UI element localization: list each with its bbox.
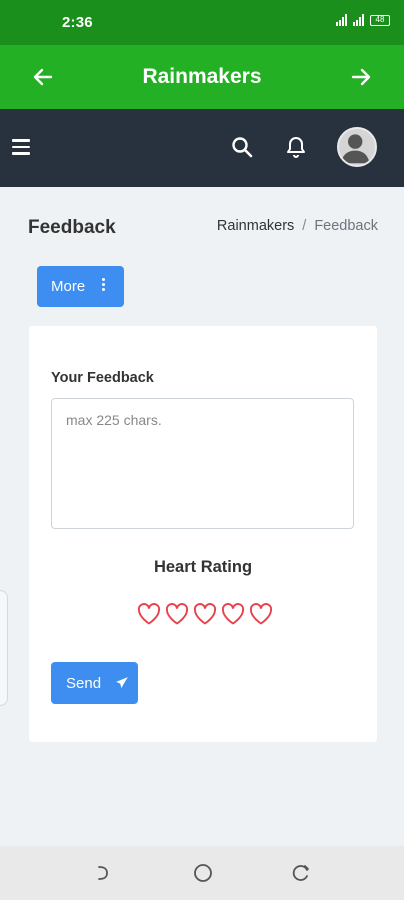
page-title: Feedback (28, 217, 116, 238)
avatar[interactable] (337, 127, 377, 167)
breadcrumb-item-rainmakers[interactable]: Rainmakers (217, 218, 294, 234)
heart-icon-3[interactable] (193, 603, 217, 625)
heart-icon-1[interactable] (137, 603, 161, 625)
heart-icon-2[interactable] (165, 603, 189, 625)
app-bar: Rainmakers (0, 45, 404, 109)
search-icon[interactable] (230, 135, 254, 159)
status-bar: 2:36 48 (0, 0, 404, 45)
heart-rating (137, 603, 273, 625)
signal-icon-2 (353, 14, 364, 26)
send-button[interactable]: Send (51, 662, 138, 704)
status-icons: 48 (336, 14, 390, 26)
battery-icon: 48 (370, 14, 390, 26)
top-navbar (0, 109, 404, 187)
more-button-label: More (51, 278, 86, 295)
system-nav-bar (0, 846, 404, 900)
feedback-textarea[interactable] (51, 398, 354, 529)
signal-icon (336, 14, 347, 26)
vertical-dots-icon (102, 278, 106, 293)
breadcrumb-separator: / (302, 218, 307, 234)
system-home-icon[interactable] (192, 862, 214, 884)
send-button-label: Send (66, 674, 102, 692)
heart-icon-5[interactable] (249, 603, 273, 625)
system-recent-apps-icon[interactable] (290, 862, 312, 884)
feedback-card: Your Feedback Heart Rating Send (29, 326, 377, 742)
paper-plane-icon (116, 677, 128, 689)
user-avatar-icon (340, 134, 370, 164)
status-time: 2:36 (62, 14, 93, 31)
feedback-label: Your Feedback (51, 370, 154, 386)
forward-arrow-icon[interactable] (349, 65, 373, 89)
app-title: Rainmakers (142, 65, 262, 88)
notification-bell-icon[interactable] (284, 135, 308, 159)
menu-icon[interactable] (12, 139, 30, 155)
heart-icon-4[interactable] (221, 603, 245, 625)
breadcrumb-item-feedback: Feedback (314, 218, 378, 234)
side-drawer-handle[interactable] (0, 590, 8, 706)
breadcrumb: Rainmakers / Feedback (217, 218, 378, 234)
system-back-icon[interactable] (92, 862, 114, 884)
heart-rating-label: Heart Rating (153, 558, 253, 576)
more-button[interactable]: More (37, 266, 124, 307)
